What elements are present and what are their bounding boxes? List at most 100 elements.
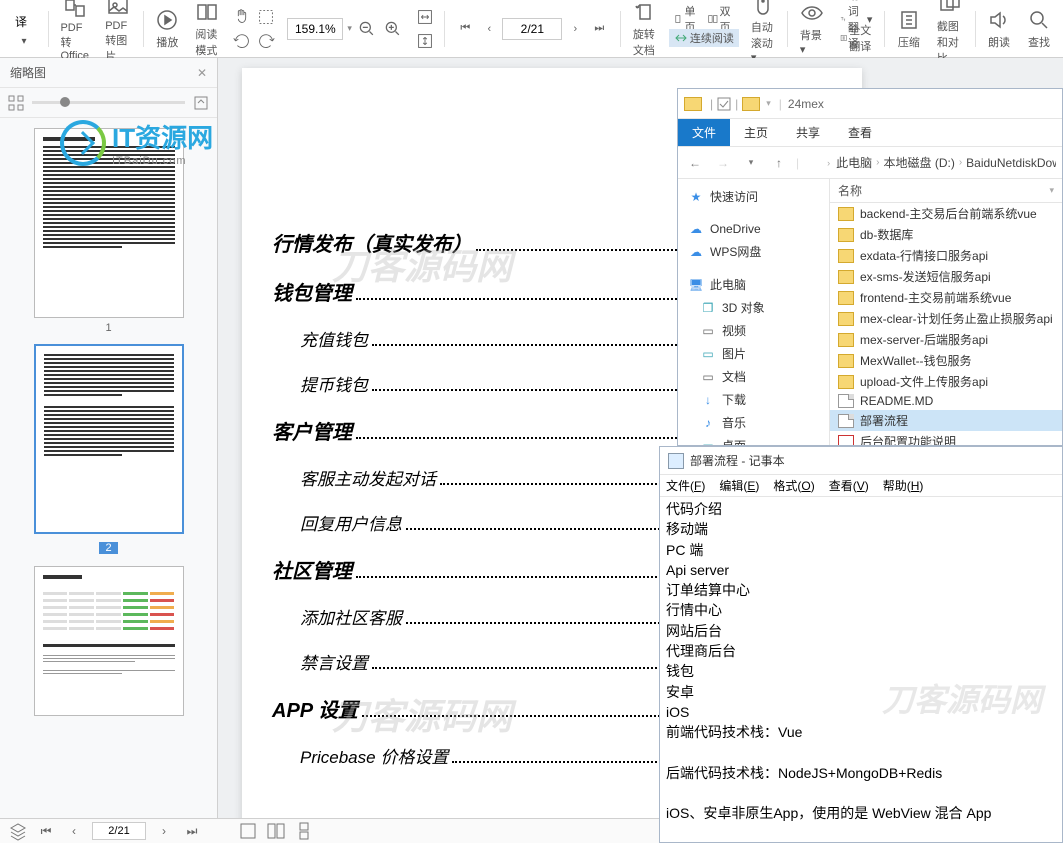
nav-item[interactable]: ♪音乐 [678,411,829,434]
double-page-button[interactable]: 双页 [704,10,739,28]
explorer-tab[interactable]: 共享 [782,119,834,146]
pdf-to-image-button[interactable]: PDF转图片 [97,0,139,57]
sb-last-icon[interactable]: ⏭ [182,821,202,841]
checkbox-icon[interactable] [717,97,731,111]
explorer-titlebar[interactable]: | | ▾ | 24mex [678,89,1062,119]
eye-icon [800,1,824,25]
continuous-icon [674,31,688,45]
select-tool-icon[interactable] [255,6,277,28]
file-item[interactable]: ex-sms-发送短信服务api [830,266,1062,287]
file-item[interactable]: mex-server-后端服务api [830,329,1062,350]
explorer-tab[interactable]: 主页 [730,119,782,146]
file-icon [838,414,854,428]
auto-scroll-button[interactable]: 自动滚动 ▾ [743,0,784,57]
next-page-icon[interactable]: › [564,18,586,40]
full-translate-button[interactable]: 全文翻译 [836,29,877,47]
folder-icon [838,207,854,221]
nav-item[interactable]: ▭图片 [678,342,829,365]
zoom-out-icon[interactable] [356,18,378,40]
translate-dropdown[interactable]: 译▾ [4,0,44,57]
page-input[interactable] [502,18,562,40]
music-icon: ♪ [700,415,716,431]
file-item[interactable]: db-数据库 [830,224,1062,245]
continuous-button[interactable]: 连续阅读 [669,29,739,47]
up-icon[interactable]: ↑ [768,152,790,174]
find-button[interactable]: 查找 [1019,0,1059,57]
fit-page-icon[interactable] [414,30,436,52]
thumbnail-2[interactable]: 2 [34,344,184,556]
screenshot-compare-button[interactable]: 截图和对比 [929,0,971,57]
folder-icon [684,97,702,111]
hand-tool-icon[interactable] [231,6,253,28]
text-line: 订单结算中心 [666,580,1056,600]
notepad-content[interactable]: 刀客源码网 代码介绍移动端PC 端Api server订单结算中心行情中心网站后… [660,497,1062,842]
grid-view-icon[interactable] [8,95,24,111]
explorer-tab[interactable]: 查看 [834,119,886,146]
sb-prev-icon[interactable]: ‹ [64,821,84,841]
sb-next-icon[interactable]: › [154,821,174,841]
background-button[interactable]: 背景 ▾ [792,0,832,57]
zoom-in-icon[interactable] [382,18,404,40]
thumb-size-slider[interactable] [32,101,185,104]
file-item[interactable]: frontend-主交易前端系统vue [830,287,1062,308]
folder-icon [838,249,854,263]
read-aloud-button[interactable]: 朗读 [979,0,1019,57]
breadcrumb-item[interactable]: 本地磁盘 (D:) [883,154,954,171]
history-icon[interactable]: ▾ [740,152,762,174]
nav-item[interactable]: ☁OneDrive [678,218,829,240]
notepad-titlebar[interactable]: 部署流程 - 记事本 [660,447,1062,475]
menu-item[interactable]: 查看(V) [829,477,869,494]
read-mode-button[interactable]: 阅读模式 [187,0,227,57]
menu-item[interactable]: 帮助(H) [883,477,924,494]
menu-item[interactable]: 编辑(E) [719,477,759,494]
file-item[interactable]: MexWallet--钱包服务 [830,350,1062,371]
prev-page-icon[interactable]: ‹ [478,18,500,40]
nav-item[interactable]: ▭视频 [678,319,829,342]
text-line [666,783,1056,803]
forward-icon[interactable]: → [712,152,734,174]
nav-item[interactable]: ❒3D 对象 [678,296,829,319]
single-page-button[interactable]: 单页 [669,10,704,28]
menu-item[interactable]: 文件(F) [666,477,705,494]
sb-page-input[interactable] [92,822,146,840]
nav-item[interactable]: ↓下载 [678,388,829,411]
file-item[interactable]: 部署流程 [830,410,1062,431]
file-item[interactable]: exdata-行情接口服务api [830,245,1062,266]
zoom-input[interactable] [287,18,343,40]
rotate-right-icon[interactable] [255,30,277,52]
column-name[interactable]: 名称 [838,182,862,199]
rotate-doc-button[interactable]: 旋转文档 [625,0,665,57]
nav-item[interactable]: ☁WPS网盘 [678,240,829,263]
sb-view1-icon[interactable] [238,821,258,841]
close-panel-icon[interactable]: ✕ [197,66,207,80]
expand-icon[interactable] [193,95,209,111]
compress-button[interactable]: 压缩 [889,0,929,57]
nav-item[interactable]: ★快速访问 [678,185,829,208]
sb-first-icon[interactable]: ⏮ [36,821,56,841]
nav-item[interactable]: ▭文档 [678,365,829,388]
thumbnail-3[interactable] [34,566,184,716]
sb-view3-icon[interactable] [294,821,314,841]
text-line: 移动端 [666,519,1056,539]
back-icon[interactable]: ← [684,152,706,174]
file-item[interactable]: upload-文件上传服务api [830,371,1062,392]
explorer-tab[interactable]: 文件 [678,119,730,146]
breadcrumb-item[interactable]: 此电脑 [836,154,872,171]
nav-item[interactable]: ▭桌面 [678,434,829,445]
menu-item[interactable]: 格式(O) [773,477,814,494]
sb-view2-icon[interactable] [266,821,286,841]
file-item[interactable]: README.MD [830,392,1062,410]
rotate-left-icon[interactable] [231,30,253,52]
file-item[interactable]: mex-clear-计划任务止盈止损服务api [830,308,1062,329]
pdf-to-office-button[interactable]: PDF转Office [52,0,97,57]
sb-layers-icon[interactable] [8,821,28,841]
first-page-icon[interactable]: ⏮ [454,18,476,40]
fit-width-icon[interactable] [414,6,436,28]
nav-item[interactable]: 🖥此电脑 [678,273,829,296]
play-button[interactable]: 播放 [147,0,187,57]
breadcrumb-item[interactable]: BaiduNetdiskDownlo [966,156,1056,170]
last-page-icon[interactable]: ⏭ [588,18,610,40]
cube-icon: ❒ [700,300,716,316]
file-item[interactable]: backend-主交易后台前端系统vue [830,203,1062,224]
file-item[interactable]: 后台配置功能说明 [830,431,1062,445]
